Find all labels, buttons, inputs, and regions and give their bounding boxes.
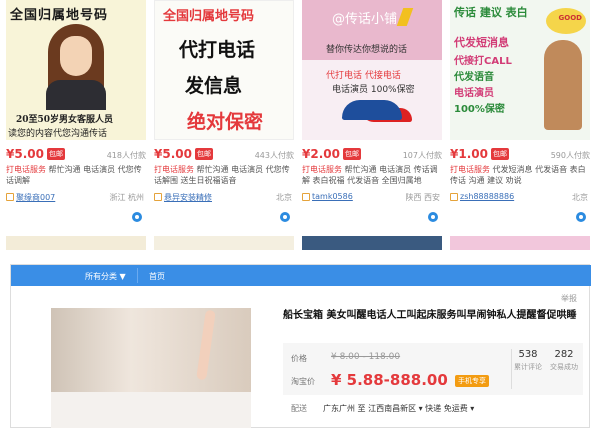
price-row: ¥2.00 包邮 107人付款 xyxy=(302,147,442,161)
shop-link[interactable]: tamk0586 xyxy=(312,192,353,201)
seller-location: 北京 xyxy=(276,193,292,202)
thumb-caption: GOOD xyxy=(558,14,582,22)
product-thumbnail[interactable]: 全国归属地号码 代打电话 发信息 绝对保密 xyxy=(154,0,294,140)
review-count[interactable]: 538 累计评论 xyxy=(511,349,545,372)
price: ¥1.00 包邮 xyxy=(450,147,509,161)
product-detail-panel: 所有分类 ▼ 首页 举报 船长宝箱 美女叫醒电话人工叫起床服务叫早闹钟私人提醒督… xyxy=(10,264,591,428)
paid-count: 418人付款 xyxy=(106,151,146,160)
product-thumbnail[interactable]: 传话 建议 表白 代发短消息 代接打CALL 代发语音 电话演员 100%保密 … xyxy=(450,0,590,140)
product-thumbnail[interactable]: 全国归属地号码 20至50岁男女客服人员 读您的内容代您沟通传话 xyxy=(6,0,146,140)
shipping-label: 配送 xyxy=(291,404,307,413)
paid-count: 107人付款 xyxy=(402,151,442,160)
shop-icon xyxy=(302,193,310,201)
product-thumbnail[interactable]: @传话小铺 替你传达你想说的话 代打电话 代接电话 电话演员 100%保密 xyxy=(302,0,442,140)
seller-row: 聚缘商007 浙江 杭州 xyxy=(6,192,146,222)
price-row: ¥5.00 包邮 443人付款 xyxy=(154,147,294,161)
thumb-caption: 代打电话 xyxy=(179,39,256,61)
thumb-caption: 电话演员 100%保密 xyxy=(332,85,415,95)
shop-link[interactable]: zsh88888886 xyxy=(460,192,514,201)
product-card[interactable]: 全国归属地号码 代打电话 发信息 绝对保密 ¥5.00 包邮 443人付款 打电话… xyxy=(154,0,298,230)
illustration-body xyxy=(46,80,106,110)
thumb-caption: 代接打CALL xyxy=(454,56,512,67)
thumb-caption: 读您的内容代您沟通传话 xyxy=(8,129,108,139)
seller-row: 悬异安装精修 北京 xyxy=(154,192,294,222)
seller-location: 北京 xyxy=(572,193,588,202)
product-card-peek[interactable] xyxy=(154,236,294,250)
free-shipping-badge: 包邮 xyxy=(194,148,213,160)
free-shipping-badge: 包邮 xyxy=(46,148,65,160)
chat-icon[interactable] xyxy=(576,212,586,222)
shop-icon xyxy=(154,193,162,201)
original-price: ¥ 8.00 - 118.00 xyxy=(331,352,401,362)
chat-icon[interactable] xyxy=(280,212,290,222)
product-card-peek[interactable] xyxy=(6,236,146,250)
price: ¥5.00 包邮 xyxy=(154,147,213,161)
product-card-peek[interactable] xyxy=(302,236,442,250)
thumb-caption: 电话演员 xyxy=(454,88,494,99)
free-shipping-badge: 包邮 xyxy=(490,148,509,160)
seller-row: tamk0586 陕西 西安 xyxy=(302,192,442,222)
thumb-caption: 代发短消息 xyxy=(454,36,509,49)
shop-icon xyxy=(450,193,458,201)
promo-price-label: 淘宝价 xyxy=(291,377,315,386)
product-description[interactable]: 打电话服务 帮忙沟通 电话演员 代您传话解围 送生日祝福语音 xyxy=(154,164,294,186)
photo-bed xyxy=(51,392,251,428)
product-description[interactable]: 打电话服务 帮忙沟通 电话演员 传话调解 表白祝福 代发语音 全国归属地 xyxy=(302,164,442,186)
chat-icon[interactable] xyxy=(132,212,142,222)
price-row: ¥5.00 包邮 418人付款 xyxy=(6,147,146,161)
chat-icon[interactable] xyxy=(428,212,438,222)
illustration-face xyxy=(60,36,92,76)
nav-divider xyxy=(137,268,138,283)
seller-location: 陕西 西安 xyxy=(405,193,440,202)
product-title: 船长宝箱 美女叫醒电话人工叫起床服务叫早闹钟私人提醒督促哄睡 xyxy=(283,310,577,321)
sold-count: 282 交易成功 xyxy=(550,349,578,371)
seller-row: zsh88888886 北京 xyxy=(450,192,590,222)
report-link[interactable]: 举报 xyxy=(561,293,577,304)
price-label: 价格 xyxy=(291,354,307,363)
shipping-selector[interactable]: 广东广州 至 江西南昌新区 ▾ 快递 免运费 ▾ xyxy=(323,403,474,414)
price-box: 价格 ¥ 8.00 - 118.00 淘宝价 ¥ 5.88-888.00 手机专… xyxy=(283,343,583,395)
illustration-hero xyxy=(342,100,402,120)
thumb-caption: 传话 建议 表白 xyxy=(454,6,528,19)
mobile-exclusive-badge[interactable]: 手机专享 xyxy=(455,375,489,387)
thumb-caption: 代发语音 xyxy=(454,72,494,83)
price-row: ¥1.00 包邮 590人付款 xyxy=(450,147,590,161)
thumb-caption: 20至50岁男女客服人员 xyxy=(16,115,114,125)
product-grid: 全国归属地号码 20至50岁男女客服人员 读您的内容代您沟通传话 ¥5.00 包邮… xyxy=(0,0,614,250)
thumb-caption: 绝对保密 xyxy=(187,111,264,133)
free-shipping-badge: 包邮 xyxy=(342,148,361,160)
home-link[interactable]: 首页 xyxy=(149,271,165,282)
thumb-caption: 替你传达你想说的话 xyxy=(326,45,408,55)
product-card[interactable]: 全国归属地号码 20至50岁男女客服人员 读您的内容代您沟通传话 ¥5.00 包邮… xyxy=(6,0,150,230)
product-card-peek[interactable] xyxy=(450,236,590,250)
thumb-caption: 全国归属地号码 xyxy=(163,9,255,24)
shop-link[interactable]: 聚缘商007 xyxy=(16,192,55,203)
paid-count: 443人付款 xyxy=(254,151,294,160)
thumb-caption: 100%保密 xyxy=(454,104,505,115)
product-card[interactable]: 传话 建议 表白 代发短消息 代接打CALL 代发语音 电话演员 100%保密 … xyxy=(450,0,594,230)
thumb-caption: 发信息 xyxy=(185,75,243,97)
thumb-caption: @传话小铺 xyxy=(332,12,398,27)
thumb-caption: 代打电话 代接电话 xyxy=(326,71,401,81)
seller-location: 浙江 杭州 xyxy=(109,193,144,202)
product-description[interactable]: 打电话服务 帮忙沟通 电话演员 代您传话调解 xyxy=(6,164,146,186)
category-nav: 所有分类 ▼ 首页 xyxy=(11,265,591,286)
thumb-caption: 全国归属地号码 xyxy=(10,8,109,23)
paid-count: 590人付款 xyxy=(550,151,590,160)
price: ¥5.00 包邮 xyxy=(6,147,65,161)
product-card[interactable]: @传话小铺 替你传达你想说的话 代打电话 代接电话 电话演员 100%保密 ¥2… xyxy=(302,0,446,230)
illustration-couple xyxy=(544,40,582,130)
product-main-image[interactable] xyxy=(51,308,251,428)
price: ¥2.00 包邮 xyxy=(302,147,361,161)
shop-icon xyxy=(6,193,14,201)
promo-price: ¥ 5.88-888.00 xyxy=(331,371,448,389)
product-description[interactable]: 打电话服务 代发短消息 代发语音 表白 传话 沟通 建议 劝说 xyxy=(450,164,590,186)
shop-link[interactable]: 悬异安装精修 xyxy=(164,192,212,203)
all-categories-dropdown[interactable]: 所有分类 ▼ xyxy=(85,271,126,282)
